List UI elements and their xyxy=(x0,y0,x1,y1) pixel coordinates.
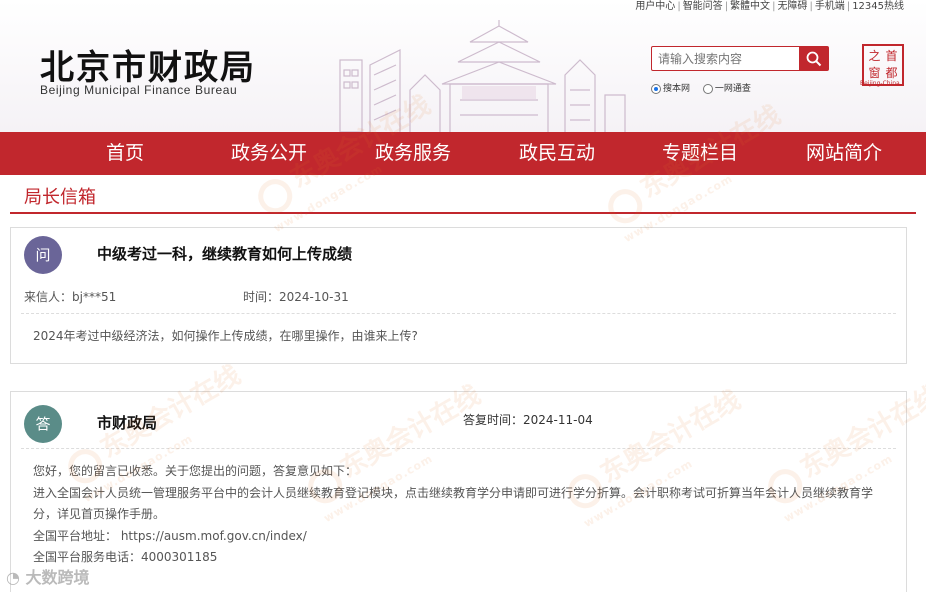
site-logo-subtitle: Beijing Municipal Finance Bureau xyxy=(40,83,238,97)
scope-option-all[interactable]: 一网通查 xyxy=(702,81,751,94)
question-card: 问 中级考过一科，继续教育如何上传成绩 来信人：bj***51 时间：2024-… xyxy=(10,227,907,364)
answer-time: 答复时间：2024-11-04 xyxy=(463,413,593,427)
search-box xyxy=(651,46,829,71)
top-links: 用户中心 | 智能问答 | 繁體中文 | 无障碍 | 手机端 | 12345热线 xyxy=(635,1,904,12)
seal-char: 之 xyxy=(868,49,881,63)
nav-home[interactable]: 首页 xyxy=(106,132,144,175)
search-button[interactable] xyxy=(799,47,828,70)
question-divider xyxy=(21,313,896,314)
answer-badge: 答 xyxy=(24,405,62,443)
top-link-hotline[interactable]: 12345热线 xyxy=(852,1,904,12)
top-link-user-center[interactable]: 用户中心 xyxy=(635,1,675,12)
radio-checked-icon xyxy=(651,83,661,94)
scope-label-all: 一网通查 xyxy=(714,84,751,94)
radio-unchecked-icon xyxy=(702,83,713,94)
watermark-logo-icon xyxy=(601,182,649,229)
answer-line: 进入全国会计人员统一管理服务平台中的会计人员继续教育登记模块，点击继续教育学分申… xyxy=(33,485,874,522)
question-body: 2024年考过中级经济法，如何操作上传成绩，在哪里操作，由谁来上传? xyxy=(33,329,418,343)
search-input[interactable] xyxy=(652,47,800,70)
answer-line: 您好，您的留言已收悉。关于您提出的问题，答复意见如下： xyxy=(33,464,358,478)
corner-brand-text: 大数跨境 xyxy=(25,568,90,587)
scope-label-site: 搜本网 xyxy=(663,84,691,94)
question-badge: 问 xyxy=(24,236,62,274)
nav-public-interaction[interactable]: 政民互动 xyxy=(519,132,595,175)
search-scope: 搜本网 一网通查 xyxy=(651,81,761,94)
top-link-mobile[interactable]: 手机端 xyxy=(815,1,845,12)
search-icon xyxy=(806,51,822,67)
section-divider xyxy=(10,212,916,214)
main-nav: 首页 政务公开 政务服务 政民互动 专题栏目 网站简介 xyxy=(0,132,926,175)
top-link-accessibility[interactable]: 无障碍 xyxy=(777,1,807,12)
seal-caption: Beijing-China xyxy=(860,80,900,87)
nav-about-site[interactable]: 网站简介 xyxy=(806,132,882,175)
site-header: 用户中心 | 智能问答 | 繁體中文 | 无障碍 | 手机端 | 12345热线 北京市财政局 Be… xyxy=(0,0,926,132)
answer-platform-url[interactable]: 全国平台地址： https://ausm.mof.gov.cn/index/ xyxy=(33,526,893,548)
answer-divider xyxy=(21,448,896,449)
question-time: 时间：2024-10-31 xyxy=(243,290,349,304)
top-link-smart-qa[interactable]: 智能问答 xyxy=(683,1,723,12)
answer-body: 您好，您的留言已收悉。关于您提出的问题，答复意见如下： 进入全国会计人员统一管理… xyxy=(33,461,893,569)
section-title: 局长信箱 xyxy=(24,187,96,208)
question-title: 中级考过一科，继续教育如何上传成绩 xyxy=(97,245,353,263)
corner-brand-logo: ◔ 大数跨境 xyxy=(6,568,90,587)
answer-card: 答 市财政局 答复时间：2024-11-04 您好，您的留言已收悉。关于您提出的… xyxy=(10,391,907,592)
nav-government-affairs[interactable]: 政务公开 xyxy=(231,132,307,175)
question-sender: 来信人：bj***51 xyxy=(24,290,117,304)
top-link-traditional-chinese[interactable]: 繁體中文 xyxy=(730,1,770,12)
answer-phone: 全国平台服务电话：4000301185 xyxy=(33,550,218,564)
site-logo-title[interactable]: 北京市财政局 xyxy=(40,40,256,89)
seal-char: 首 xyxy=(885,49,898,63)
scope-option-site[interactable]: 搜本网 xyxy=(651,81,690,94)
answer-department: 市财政局 xyxy=(97,414,158,432)
nav-special-topics[interactable]: 专题栏目 xyxy=(662,132,738,175)
skyline-illustration xyxy=(339,20,626,132)
nav-government-services[interactable]: 政务服务 xyxy=(375,132,451,175)
